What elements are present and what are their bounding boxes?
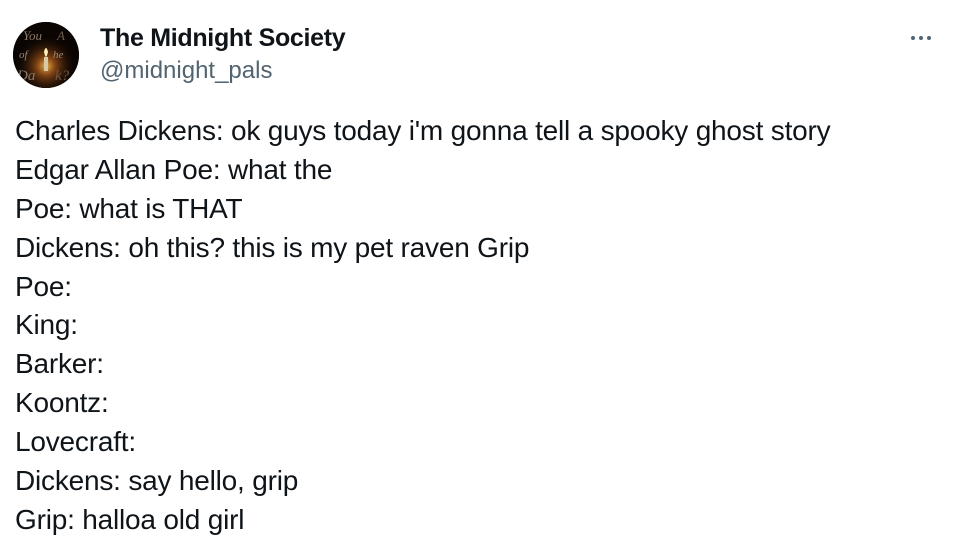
svg-text:Da: Da <box>16 68 35 84</box>
tweet-line: Koontz: <box>15 387 109 419</box>
tweet-line: King: <box>15 309 78 341</box>
more-horizontal-icon <box>911 36 915 40</box>
tweet-card: You A of he Da k? The Midnight Society @… <box>0 0 960 553</box>
tweet-line: Barker: <box>15 348 104 380</box>
tweet-line: Grip: halloa old girl <box>15 503 245 535</box>
tweet-line: Lovecraft: <box>15 426 136 458</box>
svg-text:he: he <box>53 49 64 61</box>
svg-text:A: A <box>56 28 65 43</box>
avatar-logo-image: You A of he Da k? <box>13 22 79 88</box>
svg-text:You: You <box>23 28 43 43</box>
author-handle[interactable]: @midnight_pals <box>100 57 272 85</box>
tweet-line: Poe: what is THAT <box>15 192 243 224</box>
tweet-text: Charles Dickens: ok guys today i'm gonna… <box>15 112 945 540</box>
svg-text:k?: k? <box>55 68 70 84</box>
more-options-button[interactable] <box>904 26 938 50</box>
more-horizontal-icon-dot <box>927 36 931 40</box>
avatar[interactable]: You A of he Da k? <box>13 22 79 88</box>
tweet-line: Edgar Allan Poe: what the <box>15 153 333 185</box>
tweet-line: Dickens: oh this? this is my pet raven G… <box>15 231 530 263</box>
author-display-name[interactable]: The Midnight Society <box>100 24 346 53</box>
tweet-line: Poe: <box>15 270 72 302</box>
tweet-line: Charles Dickens: ok guys today i'm gonna… <box>15 115 831 146</box>
tweet-line: Dickens: say hello, grip <box>15 465 299 497</box>
more-horizontal-icon-dot <box>919 36 923 40</box>
